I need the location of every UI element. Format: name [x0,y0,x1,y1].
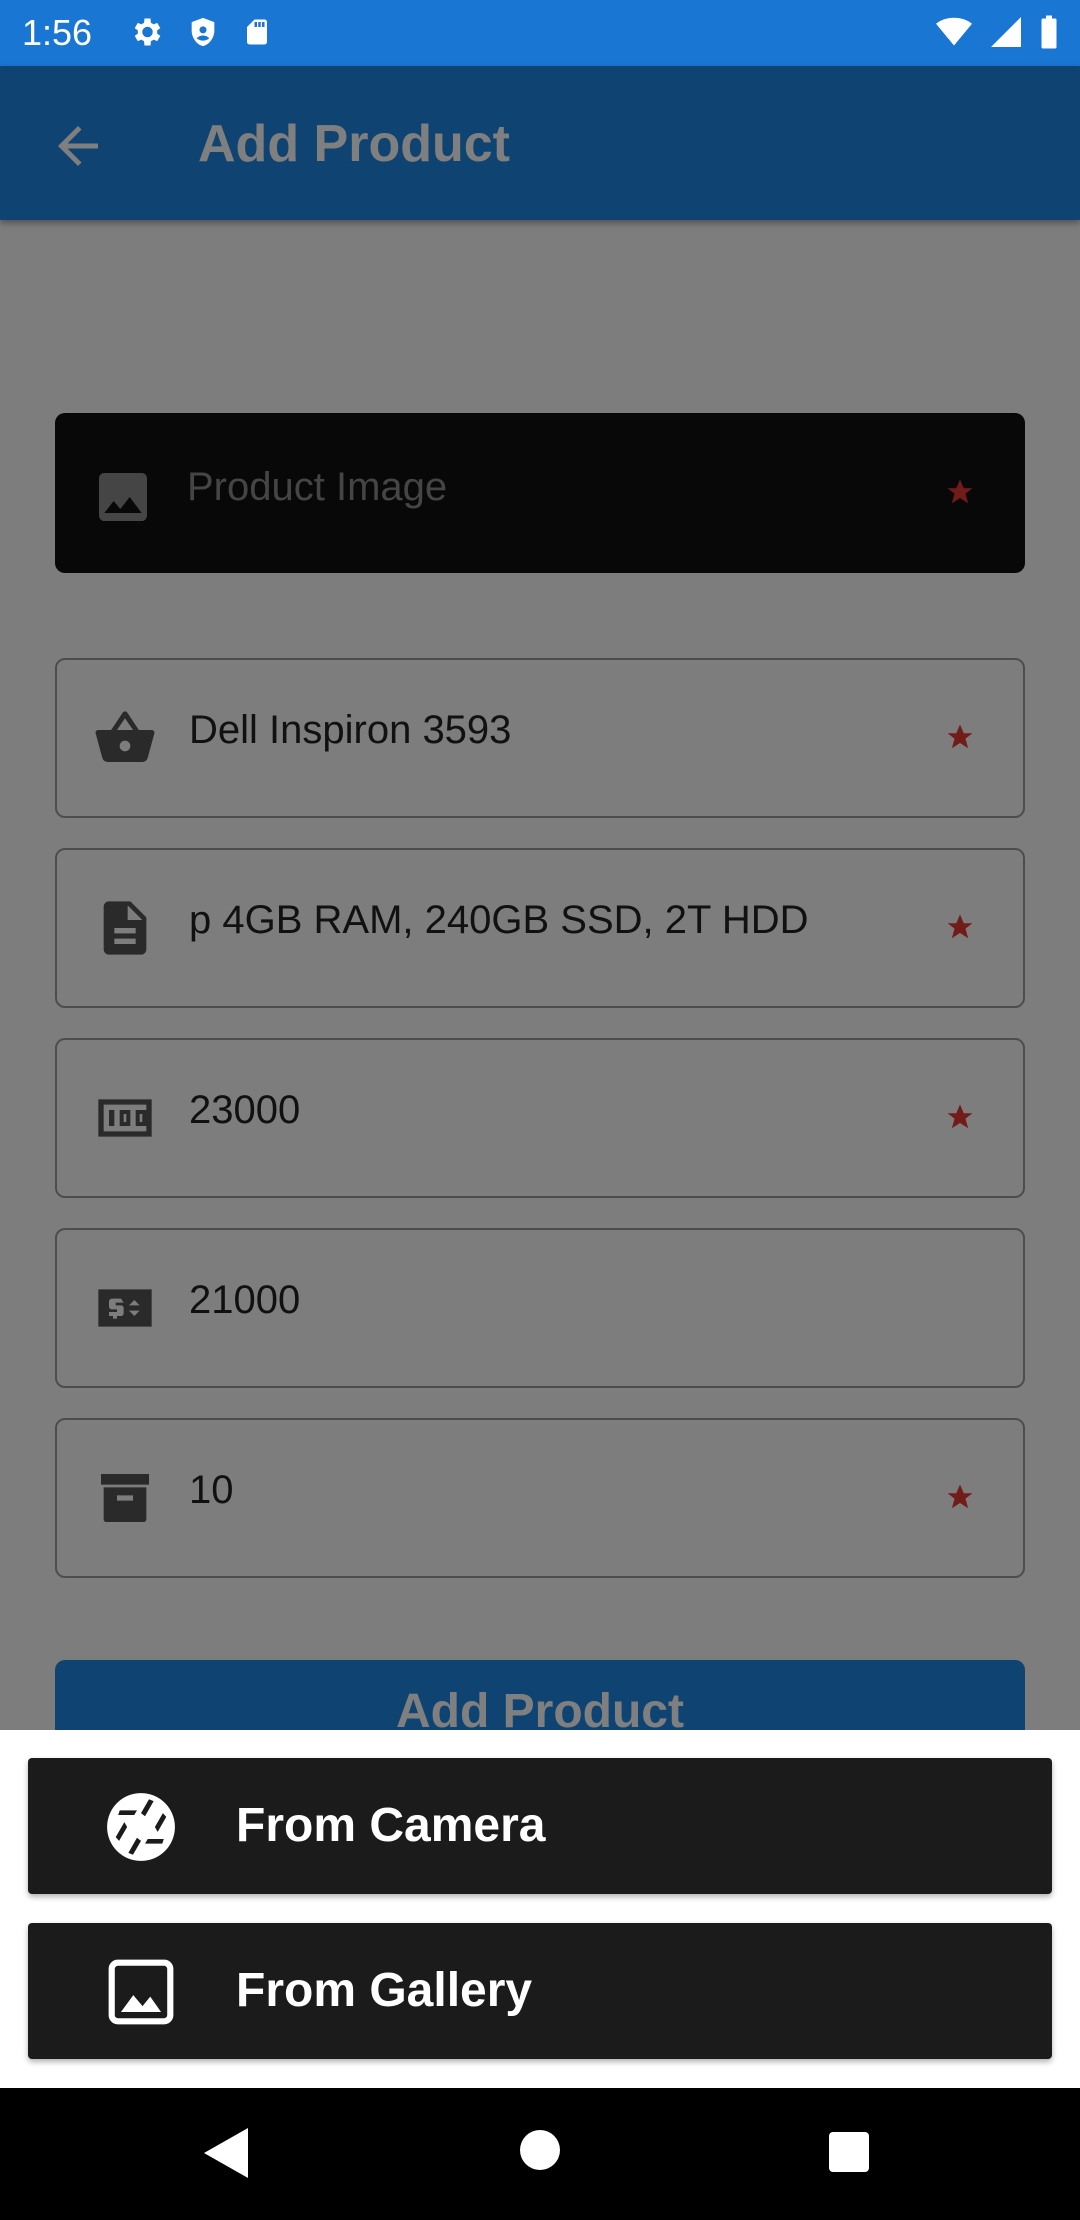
image-source-bottom-sheet: From Camera From Gallery [0,1730,1080,2088]
from-camera-label: From Camera [236,1799,546,1852]
settings-gear-icon [134,18,161,46]
shield-icon [191,17,215,47]
status-icons-left [128,14,272,50]
from-gallery-label: From Gallery [236,1964,533,2017]
nav-home-icon[interactable] [520,2130,560,2170]
nav-recents-icon[interactable] [829,2132,869,2172]
status-icons-right [934,14,1060,50]
wifi-icon [936,17,972,46]
status-time: 1:56 [22,12,93,53]
from-gallery-button[interactable]: From Gallery [28,1923,1052,2059]
gallery-image-icon [108,1959,174,2025]
sd-card-icon [247,19,267,45]
battery-icon [1041,15,1057,49]
camera-shutter-icon [107,1793,175,1861]
nav-back-icon[interactable] [204,2128,248,2178]
status-bar: 1:56 [0,0,1080,66]
signal-icon [991,17,1021,47]
from-camera-button[interactable]: From Camera [28,1758,1052,1894]
system-navigation-bar [0,2088,1080,2220]
modal-scrim[interactable] [0,66,1080,1730]
